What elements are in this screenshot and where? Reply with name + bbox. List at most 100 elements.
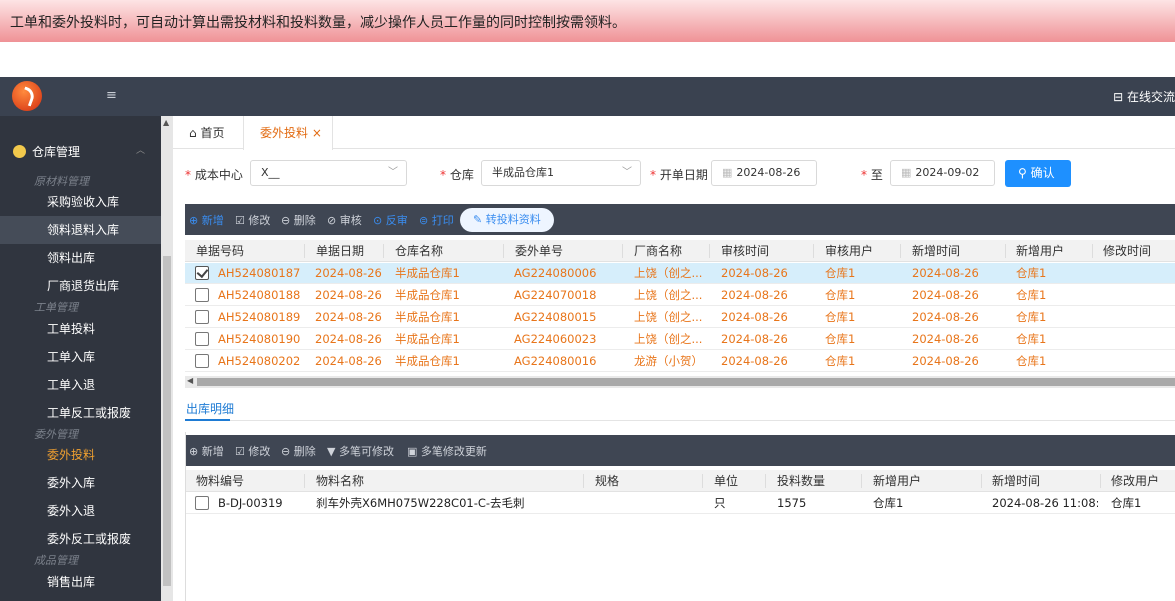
- col-header[interactable]: 审核用户: [825, 240, 873, 262]
- multi-update-button[interactable]: ▣ 多笔修改更新: [407, 443, 487, 459]
- sidebar-section-warehouse[interactable]: 仓库管理: [13, 143, 80, 160]
- col-header[interactable]: 厂商名称: [634, 240, 682, 262]
- table-row[interactable]: AH524080187 2024-08-26 半成品仓库1 AG22408000…: [185, 263, 1175, 284]
- tab-bar: ⌂ 首页 委外投料 ×: [173, 116, 1175, 150]
- sidebar: 仓库管理 ︿ 原材料管理 采购验收入库 领料退料入库 领料出库 厂商退货出库 工…: [0, 116, 173, 601]
- date-from-input[interactable]: ▦ 2024-08-26: [711, 160, 817, 186]
- col-header[interactable]: 修改用户: [1111, 470, 1159, 492]
- cell-created-user: 仓库1: [1016, 288, 1047, 302]
- online-chat-link[interactable]: ⊟ 在线交流: [1113, 88, 1175, 105]
- transfer-feed-button[interactable]: ✎ 转投料资料: [460, 208, 554, 232]
- cell-created-user: 仓库1: [1016, 310, 1047, 324]
- col-header[interactable]: 单位: [714, 470, 738, 492]
- cell-audit-time: 2024-08-26: [721, 266, 788, 280]
- cell-audit-time: 2024-08-26: [721, 310, 788, 324]
- calendar-icon: ▦: [722, 166, 733, 179]
- table-row[interactable]: AH524080188 2024-08-26 半成品仓库1 AG22407001…: [185, 285, 1175, 306]
- col-header[interactable]: 单据号码: [196, 240, 244, 262]
- menu-toggle-icon[interactable]: ≡: [106, 88, 117, 103]
- col-header[interactable]: 委外单号: [515, 240, 563, 262]
- col-header[interactable]: 修改时间: [1103, 240, 1151, 262]
- sidebar-item-material-return[interactable]: 领料退料入库: [0, 216, 161, 244]
- sidebar-item-sales-issue[interactable]: 销售出库: [0, 568, 161, 596]
- table-row[interactable]: AH524080189 2024-08-26 半成品仓库1 AG22408001…: [185, 307, 1175, 328]
- date-to-input[interactable]: ▦ 2024-09-02: [890, 160, 995, 186]
- detail-section-title[interactable]: 出库明细: [186, 400, 234, 417]
- cost-center-label: * 成本中心: [185, 168, 243, 182]
- tab-active-label: 委外投料: [260, 126, 309, 140]
- cell-vendor: 上饶（创之...: [634, 332, 703, 346]
- cost-center-select[interactable]: X__ ﹀: [250, 160, 407, 186]
- add-button[interactable]: ⊕ 新增: [189, 212, 224, 228]
- table-row[interactable]: AH524080190 2024-08-26 半成品仓库1 AG22406002…: [185, 329, 1175, 350]
- cell-doc-no: AH524080188: [218, 288, 301, 302]
- tab-outsource-feed[interactable]: 委外投料 ×: [243, 116, 333, 150]
- sidebar-item-outsource-receipt[interactable]: 委外入库: [0, 469, 161, 497]
- section-divider: [185, 420, 1175, 421]
- unaudit-button[interactable]: ⊙ 反审: [373, 212, 408, 228]
- col-header[interactable]: 新增用户: [1016, 240, 1064, 262]
- scroll-up-icon[interactable]: ▲: [163, 118, 169, 127]
- sidebar-item-material-issue[interactable]: 领料出库: [0, 244, 161, 272]
- col-header[interactable]: 新增时间: [992, 470, 1040, 492]
- detail-edit-button[interactable]: ☑ 修改: [235, 443, 270, 459]
- col-header[interactable]: 投料数量: [777, 470, 825, 492]
- col-header[interactable]: 规格: [595, 470, 619, 492]
- sidebar-item-vendor-return[interactable]: 厂商退货出库: [0, 272, 161, 300]
- sidebar-item-purchase-receipt[interactable]: 采购验收入库: [0, 188, 161, 216]
- row-checkbox[interactable]: [195, 288, 209, 302]
- row-checkbox[interactable]: [195, 332, 209, 346]
- main-content: ⌂ 首页 委外投料 × * 成本中心 X__ ﹀ * 仓库 半成品仓库1 ﹀ * 开…: [173, 116, 1175, 601]
- col-header[interactable]: 审核时间: [721, 240, 769, 262]
- confirm-button[interactable]: ⚲ 确认: [1005, 160, 1071, 187]
- detail-left-border: [185, 432, 186, 601]
- cell-doc-date: 2024-08-26: [315, 266, 382, 280]
- main-grid-scrollbar[interactable]: ◀: [185, 376, 1175, 388]
- chat-label: 在线交流: [1126, 90, 1175, 104]
- sidebar-group-finished: 成品管理: [34, 554, 78, 567]
- row-checkbox[interactable]: [195, 496, 209, 510]
- sidebar-item-work-return[interactable]: 工单入退: [0, 371, 161, 399]
- col-header[interactable]: 物料名称: [316, 470, 364, 492]
- col-header[interactable]: 新增用户: [873, 470, 921, 492]
- col-header[interactable]: 仓库名称: [395, 240, 443, 262]
- sidebar-item-outsource-return[interactable]: 委外入退: [0, 497, 161, 525]
- row-checkbox[interactable]: [195, 354, 209, 368]
- chevron-up-icon[interactable]: ︿: [136, 143, 145, 156]
- main-grid-scroll-thumb[interactable]: [197, 378, 1175, 386]
- cell-audit-user: 仓库1: [825, 354, 856, 368]
- cell-created-user: 仓库1: [1016, 266, 1047, 280]
- detail-delete-button[interactable]: ⊖ 删除: [281, 443, 316, 459]
- detail-add-button[interactable]: ⊕ 新增: [189, 443, 224, 459]
- edit-button[interactable]: ☑ 修改: [235, 212, 270, 228]
- col-header[interactable]: 新增时间: [912, 240, 960, 262]
- sidebar-group-raw: 原材料管理: [34, 175, 89, 188]
- cell-outsource-no: AG224080015: [514, 310, 597, 324]
- banner-text: 工单和委外投料时，可自动计算出需投材料和投料数量，减少操作人员工作量的同时控制按…: [10, 15, 626, 31]
- sidebar-item-outsource-rework[interactable]: 委外反工或报废: [0, 525, 161, 553]
- sidebar-item-work-feed[interactable]: 工单投料: [0, 315, 161, 343]
- table-row[interactable]: AH524080202 2024-08-26 半成品仓库1 AG22408001…: [185, 351, 1175, 372]
- col-header[interactable]: 物料编号: [196, 470, 244, 492]
- cell-audit-time: 2024-08-26: [721, 332, 788, 346]
- sidebar-item-work-receipt[interactable]: 工单入库: [0, 343, 161, 371]
- audit-button[interactable]: ⊘ 审核: [327, 212, 362, 228]
- multi-edit-button[interactable]: ▼ 多笔可修改: [327, 443, 394, 459]
- tab-close-icon[interactable]: ×: [312, 126, 322, 140]
- delete-button[interactable]: ⊖ 删除: [281, 212, 316, 228]
- scroll-left-icon[interactable]: ◀: [187, 376, 193, 385]
- sidebar-item-outsource-feed[interactable]: 委外投料: [0, 441, 161, 469]
- row-checkbox[interactable]: [195, 266, 209, 280]
- sidebar-scroll-thumb[interactable]: [163, 256, 171, 586]
- tab-home[interactable]: ⌂ 首页: [189, 116, 224, 149]
- row-checkbox[interactable]: [195, 310, 209, 324]
- print-button[interactable]: ⊜ 打印: [419, 212, 454, 228]
- col-header[interactable]: 单据日期: [316, 240, 364, 262]
- tab-home-label: 首页: [200, 126, 225, 140]
- cell-vendor: 龙游（小贺）: [634, 354, 703, 368]
- table-row[interactable]: B-DJ-00319 刹车外壳X6MH075W228C01-C-去毛刺 只 15…: [185, 493, 1175, 514]
- sidebar-item-work-rework[interactable]: 工单反工或报废: [0, 399, 161, 427]
- cell-doc-date: 2024-08-26: [315, 288, 382, 302]
- sidebar-scrollbar[interactable]: ▲: [161, 116, 173, 601]
- warehouse-select[interactable]: 半成品仓库1 ﹀: [481, 160, 641, 186]
